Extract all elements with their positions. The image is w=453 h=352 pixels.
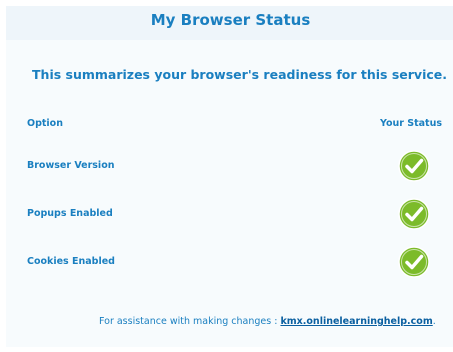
green-check-icon (398, 246, 430, 278)
browser-status-panel: My Browser Status This summarizes your b… (6, 6, 453, 347)
help-site-link[interactable]: kmx.onlinelearninghelp.com (280, 316, 432, 327)
assistance-text: For assistance with making changes : (99, 316, 278, 327)
column-header-option: Option (27, 118, 63, 129)
column-header-status: Your Status (379, 118, 442, 129)
row-label-popups-enabled: Popups Enabled (27, 208, 113, 219)
row-label-cookies-enabled: Cookies Enabled (27, 256, 115, 267)
header-bar: My Browser Status (6, 6, 453, 40)
footer-period: . (432, 316, 436, 327)
green-check-icon (398, 198, 430, 230)
row-label-browser-version: Browser Version (27, 160, 115, 171)
green-check-icon (398, 150, 430, 182)
page-title: My Browser Status (150, 11, 311, 29)
assistance-footer: For assistance with making changes : kmx… (99, 316, 436, 327)
summary-text: This summarizes your browser's readiness… (32, 67, 447, 82)
